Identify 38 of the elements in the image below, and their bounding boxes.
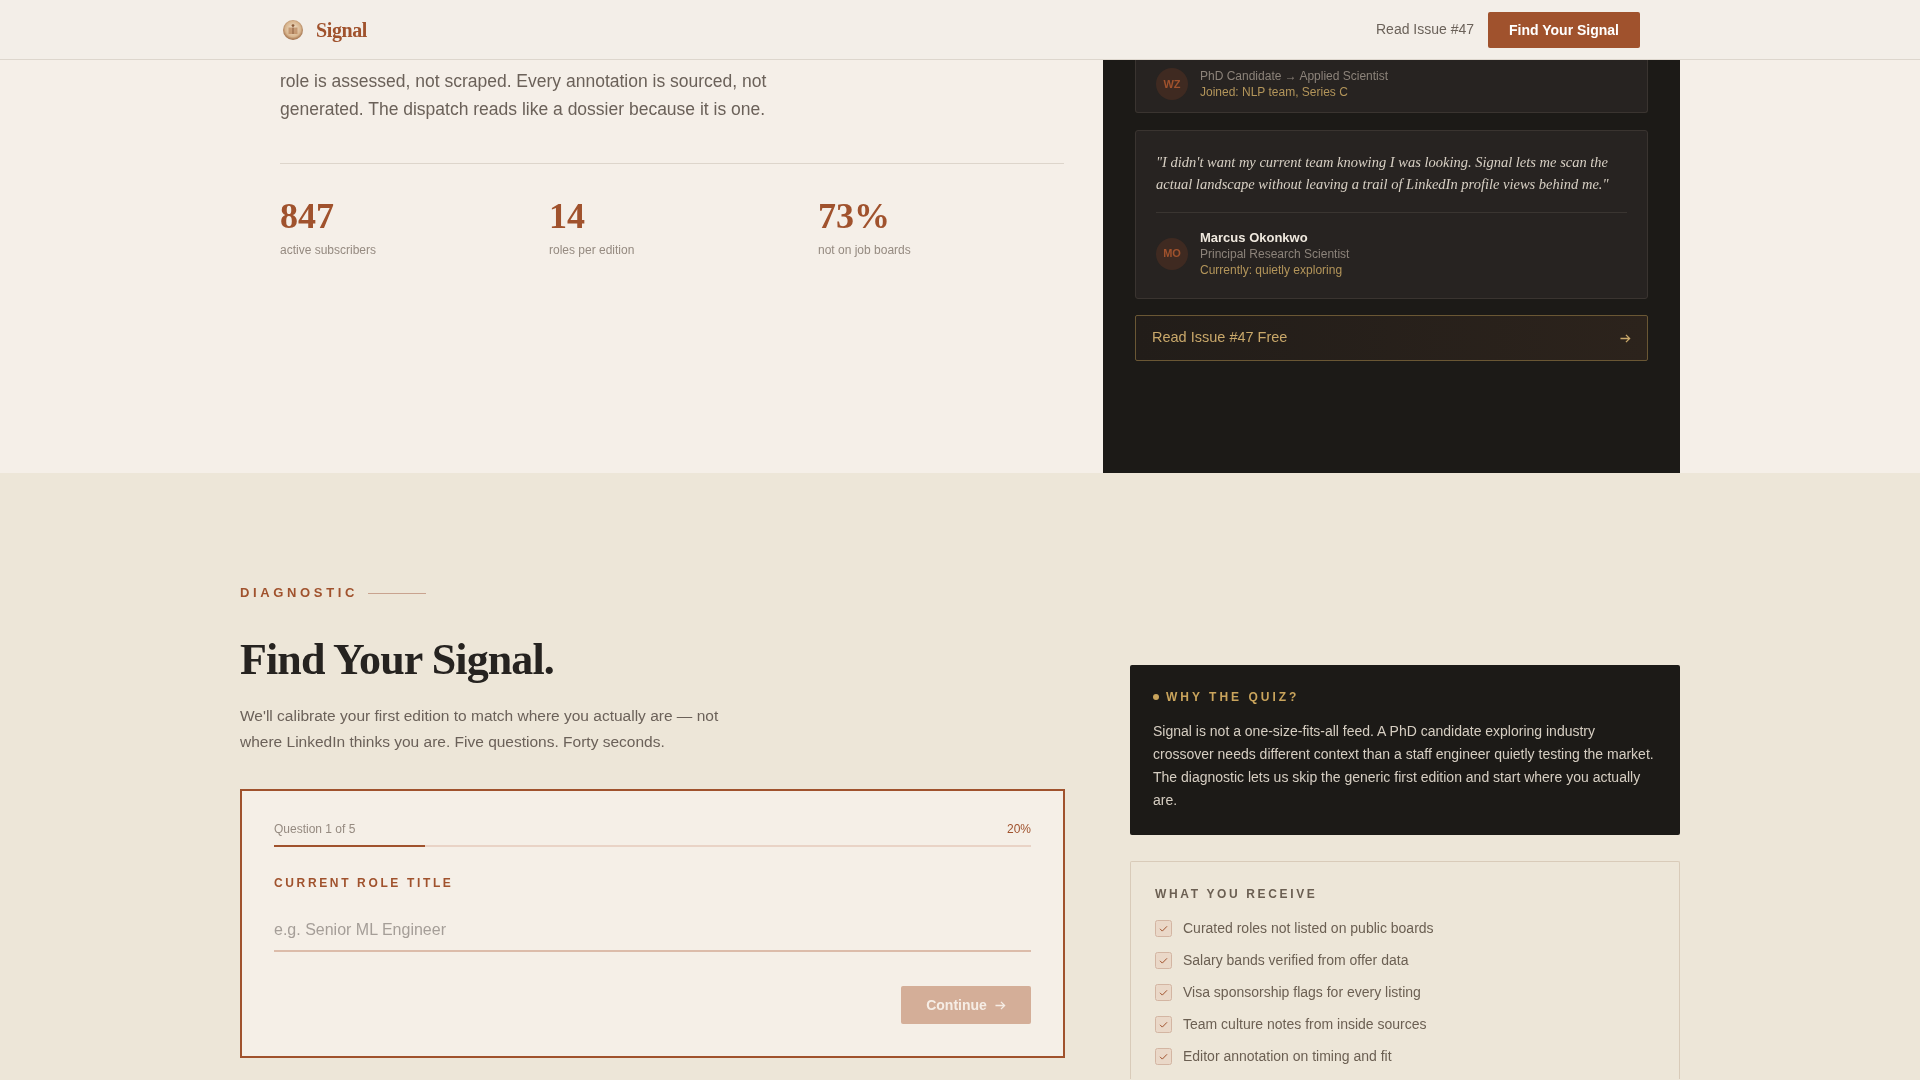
stat-label: active subscribers (280, 243, 377, 257)
arrow-right-icon (994, 999, 1006, 1011)
find-signal-button[interactable]: Find Your Signal (1488, 11, 1640, 48)
avatar-initials: WZ (1156, 68, 1188, 100)
person-name: Marcus Okonkwo (1200, 229, 1309, 246)
stat-label: not on job boards (818, 243, 911, 257)
progress-percent: 20% (1006, 821, 1031, 837)
dot-icon (1153, 694, 1159, 700)
benefit-text: Visa sponsorship flags for every listing (1183, 983, 1421, 1002)
benefit-text: Editor annotation on timing and fit (1183, 1047, 1392, 1066)
brand-name[interactable]: Signal (316, 14, 367, 45)
read-issue-link[interactable]: Read Issue #47 (1376, 19, 1475, 40)
avatar-initials: MO (1156, 237, 1188, 270)
field-label: CURRENT ROLE TITLE (274, 876, 454, 891)
benefit-text: Salary bands verified from offer data (1183, 951, 1409, 970)
read-issue-free-button[interactable]: Read Issue #47 Free (1135, 315, 1648, 361)
section-eyebrow: DIAGNOSTIC (240, 585, 358, 601)
stat-value: 847 (280, 198, 334, 234)
stat-label: roles per edition (549, 243, 635, 257)
person-status: Joined: NLP team, Series C (1200, 84, 1349, 100)
panel-title: WHY THE QUIZ? (1166, 689, 1300, 705)
logo-icon (283, 19, 303, 40)
panel-text: Signal is not a one-size-fits-all feed. A PhD candidate exploring industry crossover needs different context than a staff engineer quietly testing the market. The diagnostic lets us skip the generic first edition and start where you actually are. (1153, 722, 1655, 810)
intro-paragraph: role is assessed, not scraped. Every annotation is sourced, not generated. The dispatch reads like a dossier because it is one. (280, 70, 768, 121)
benefit-text: Team culture notes from inside sources (1183, 1015, 1427, 1034)
benefit-text: Curated roles not listed on public boards (1183, 919, 1434, 938)
section-heading: Find Your Signal. (240, 636, 555, 684)
person-role: PhD Candidate → Applied Scientist (1200, 68, 1389, 84)
person-status: Currently: quietly exploring (1200, 262, 1344, 278)
stat-value: 73% (818, 198, 890, 234)
arrow-right-icon (1620, 332, 1631, 344)
testimonial-quote: "I didn't want my current team knowing I was looking. Signal lets me scan the actual landscape without leaving a trail of LinkedIn profile views behind me." (1156, 153, 1610, 194)
section-description: We'll calibrate your first edition to match where you actually are — not where LinkedIn thinks you are. Five questions. Forty seconds. (240, 706, 720, 752)
role-title-input[interactable]: e.g. Senior ML Engineer (274, 910, 1031, 952)
stat-value: 14 (549, 198, 585, 234)
question-counter: Question 1 of 5 (274, 821, 356, 837)
card-title: WHAT YOU RECEIVE (1155, 886, 1319, 902)
person-role: Principal Research Scientist (1200, 246, 1350, 262)
